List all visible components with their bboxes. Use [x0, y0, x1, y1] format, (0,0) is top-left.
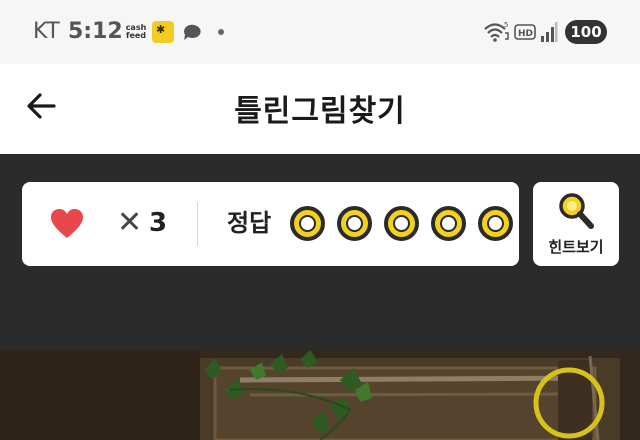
- answer-slots: [290, 206, 513, 241]
- svg-text:HD: HD: [518, 29, 533, 39]
- cash-feed-icon: cash feed: [125, 23, 147, 40]
- wifi-icon: 5: [484, 21, 509, 42]
- talk-bubble-icon: [184, 24, 201, 40]
- signal-icon: [541, 22, 558, 42]
- app-header: 틀린그림찾기: [0, 64, 640, 154]
- status-card: ✕ 3 정답: [22, 182, 519, 266]
- magnifier-icon: [559, 193, 594, 229]
- times-icon: ✕: [117, 205, 143, 240]
- kakao-notification-icon: ✱: [152, 21, 174, 43]
- answer-label: 정답: [227, 209, 272, 237]
- answer-slot: [478, 206, 513, 241]
- answer-slot: [431, 206, 466, 241]
- hint-label: 힌트보기: [548, 238, 604, 256]
- game-status-area: ✕ 3 정답 힌트보기: [0, 154, 640, 350]
- clock: 5:12: [68, 19, 123, 44]
- page-title: 틀린그림찾기: [234, 94, 406, 129]
- hd-icon: HD: [514, 24, 536, 40]
- battery-indicator: 100: [565, 20, 607, 44]
- answer-slot: [337, 206, 372, 241]
- svg-text:5: 5: [504, 21, 508, 29]
- status-bar: KT 5:12 cash feed ✱ 5 HD 100: [0, 0, 640, 64]
- lives-count: 3: [149, 208, 168, 238]
- divider: [197, 202, 198, 246]
- puzzle-scene-art: [0, 350, 640, 440]
- notification-dot-icon: [218, 29, 224, 35]
- carrier-name: KT: [33, 19, 61, 44]
- answer-slot: [384, 206, 419, 241]
- answer-slot: [290, 206, 325, 241]
- heart-icon: [51, 209, 83, 238]
- hint-button[interactable]: 힌트보기: [533, 182, 619, 266]
- puzzle-image[interactable]: [0, 350, 640, 440]
